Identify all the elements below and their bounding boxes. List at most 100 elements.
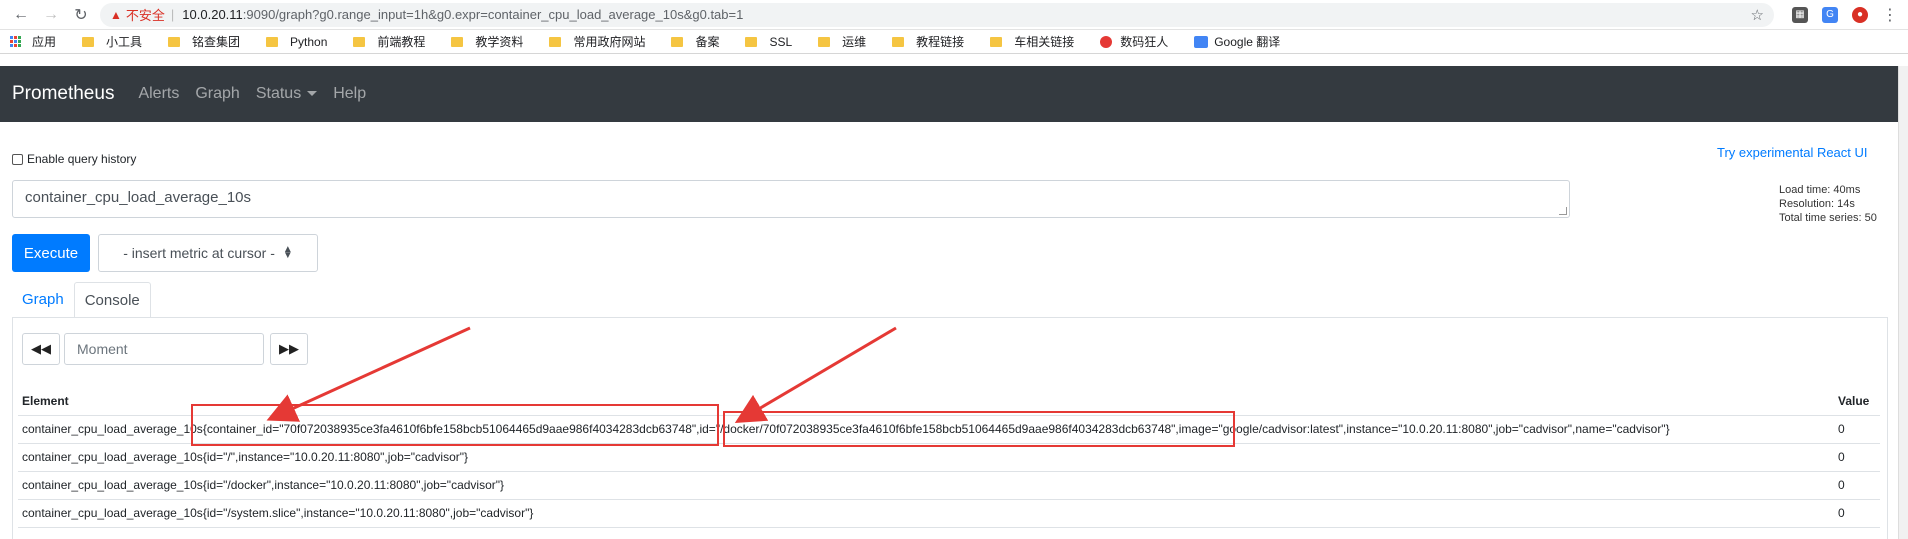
- nav-status-label: Status: [255, 85, 302, 102]
- folder-icon: [892, 36, 905, 47]
- bookmark-item[interactable]: 教学资料: [451, 33, 523, 50]
- nav-help[interactable]: Help: [333, 85, 366, 103]
- insert-metric-select[interactable]: - insert metric at cursor - ▲ ▼: [98, 234, 318, 272]
- element-cell: container_cpu_load_average_10s{id="/dock…: [18, 471, 1834, 500]
- folder-icon: [353, 36, 366, 47]
- bookmark-label: 铭查集团: [192, 35, 241, 49]
- resolution: Resolution: 14s: [1779, 198, 1855, 210]
- element-cell: container_cpu_load_average_10s{id="/syst…: [18, 499, 1834, 528]
- step-forward-button[interactable]: ▶▶: [270, 333, 308, 365]
- translate-icon: [1194, 35, 1209, 48]
- reload-icon[interactable]: ↻: [70, 4, 92, 26]
- omnibox-separator: |: [170, 7, 175, 22]
- brand-logo[interactable]: Prometheus: [12, 83, 114, 105]
- bookmark-item[interactable]: Python: [266, 35, 327, 49]
- bookmark-item[interactable]: 铭查集团: [168, 33, 240, 50]
- bookmark-item[interactable]: 运维: [818, 33, 866, 50]
- results-table: Element Value container_cpu_load_average…: [18, 388, 1880, 528]
- bookmark-label: 前端教程: [377, 35, 426, 49]
- resize-handle[interactable]: [1559, 207, 1567, 215]
- metric-name: container_cpu_load_average_10s: [22, 450, 203, 464]
- nav-alerts[interactable]: Alerts: [138, 85, 179, 103]
- back-icon[interactable]: ←: [10, 4, 32, 26]
- nav-graph[interactable]: Graph: [195, 85, 239, 103]
- bookmark-label: 应用: [32, 35, 57, 49]
- folder-icon: [671, 36, 684, 47]
- folder-icon: [549, 36, 562, 47]
- tab-console[interactable]: Console: [73, 282, 151, 318]
- folder-icon: [818, 36, 831, 47]
- metric-name: container_cpu_load_average_10s: [22, 506, 203, 520]
- execute-button[interactable]: Execute: [12, 234, 90, 272]
- react-ui-link[interactable]: Try experimental React UI: [1717, 145, 1868, 160]
- header-element: Element: [18, 388, 1834, 416]
- bookmark-item[interactable]: 应用: [10, 33, 56, 50]
- expression-input[interactable]: container_cpu_load_average_10s: [12, 180, 1570, 218]
- bookmark-item[interactable]: Google 翻译: [1194, 33, 1280, 50]
- bookmark-label: 备案: [695, 35, 720, 49]
- bookmark-item[interactable]: 常用政府网站: [549, 33, 645, 50]
- metric-labels: {container_id="70f072038935ce3fa4610f6bf…: [202, 422, 1670, 436]
- qr-extension-icon[interactable]: ▦: [1792, 6, 1808, 23]
- header-value: Value: [1834, 388, 1880, 416]
- bookmarks-bar: 应用 小工具 铭查集团 Python 前端教程 教学资料 常用政府网站 备案 SSL 运维 教程链接…: [0, 30, 1908, 54]
- forward-icon[interactable]: →: [40, 4, 62, 26]
- folder-icon: [745, 36, 758, 47]
- bookmark-item[interactable]: SSL: [745, 35, 792, 49]
- load-time: Load time: 40ms: [1779, 184, 1861, 196]
- bookmark-label: 教学资料: [475, 35, 524, 49]
- chevron-down-icon: [307, 91, 318, 97]
- bookmark-label: 常用政府网站: [573, 35, 646, 49]
- total-series: Total time series: 50: [1779, 212, 1877, 224]
- query-history-toggle[interactable]: Enable query history: [12, 152, 136, 166]
- history-label: Enable query history: [27, 152, 137, 166]
- metric-labels: {id="/docker",instance="10.0.20.11:8080"…: [202, 478, 505, 492]
- bookmark-star-icon[interactable]: ☆: [1751, 6, 1764, 24]
- moment-placeholder: Moment: [77, 341, 128, 357]
- translate-extension-icon[interactable]: G: [1822, 6, 1838, 23]
- value-cell: 0: [1834, 443, 1880, 472]
- bookmark-item[interactable]: 教程链接: [892, 33, 964, 50]
- select-arrows-icon: ▲ ▼: [282, 244, 293, 261]
- bookmark-item[interactable]: 前端教程: [353, 33, 425, 50]
- element-cell: container_cpu_load_average_10s{container…: [18, 415, 1834, 444]
- bookmark-item[interactable]: 备案: [671, 33, 719, 50]
- metric-labels: {id="/system.slice",instance="10.0.20.11…: [202, 506, 534, 520]
- bookmark-item[interactable]: 小工具: [82, 33, 142, 50]
- value-cell: 0: [1834, 415, 1880, 444]
- bookmark-label: 教程链接: [916, 35, 965, 49]
- value-cell: 0: [1834, 471, 1880, 500]
- site-icon: [1100, 35, 1113, 48]
- folder-icon: [451, 36, 464, 47]
- tab-graph[interactable]: Graph: [12, 282, 74, 318]
- bookmark-label: Python: [290, 34, 328, 49]
- extension-icons: ▦ G ● ⋮: [1792, 5, 1898, 25]
- view-tabs: Graph Console: [12, 282, 151, 318]
- bookmark-label: 数码狂人: [1120, 35, 1169, 49]
- url-path: :9090/graph?g0.range_input=1h&g0.expr=co…: [242, 7, 744, 22]
- query-stats: Load time: 40ms Resolution: 14s Total ti…: [1779, 183, 1877, 225]
- moment-input[interactable]: Moment: [64, 333, 264, 365]
- metric-name: container_cpu_load_average_10s: [22, 478, 203, 492]
- address-bar[interactable]: ▲ 不安全 | 10.0.20.11 :9090/graph?g0.range_…: [100, 2, 1774, 27]
- expression-text: container_cpu_load_average_10s: [25, 189, 252, 206]
- insecure-label: 不安全: [125, 8, 165, 23]
- folder-icon: [82, 36, 95, 47]
- prometheus-navbar: Prometheus Alerts Graph Status Help: [0, 66, 1898, 122]
- folder-icon: [990, 36, 1003, 47]
- step-back-button[interactable]: ◀◀: [22, 333, 60, 365]
- metric-name: container_cpu_load_average_10s: [22, 422, 203, 436]
- history-checkbox[interactable]: [12, 153, 23, 165]
- url-host: 10.0.20.11: [182, 7, 243, 22]
- table-row: container_cpu_load_average_10s{id="/dock…: [18, 471, 1880, 500]
- double-right-icon: ▶▶: [279, 341, 299, 356]
- value-cell: 0: [1834, 499, 1880, 528]
- bookmark-item[interactable]: 车相关链接: [990, 33, 1074, 50]
- profile-avatar-icon[interactable]: ●: [1852, 6, 1868, 23]
- page-scrollbar[interactable]: [1898, 66, 1908, 539]
- nav-status[interactable]: Status: [255, 85, 318, 103]
- warning-icon: ▲: [110, 7, 122, 22]
- browser-menu-icon[interactable]: ⋮: [1882, 5, 1898, 25]
- element-cell: container_cpu_load_average_10s{id="/",in…: [18, 443, 1834, 472]
- bookmark-item[interactable]: 数码狂人: [1100, 33, 1168, 50]
